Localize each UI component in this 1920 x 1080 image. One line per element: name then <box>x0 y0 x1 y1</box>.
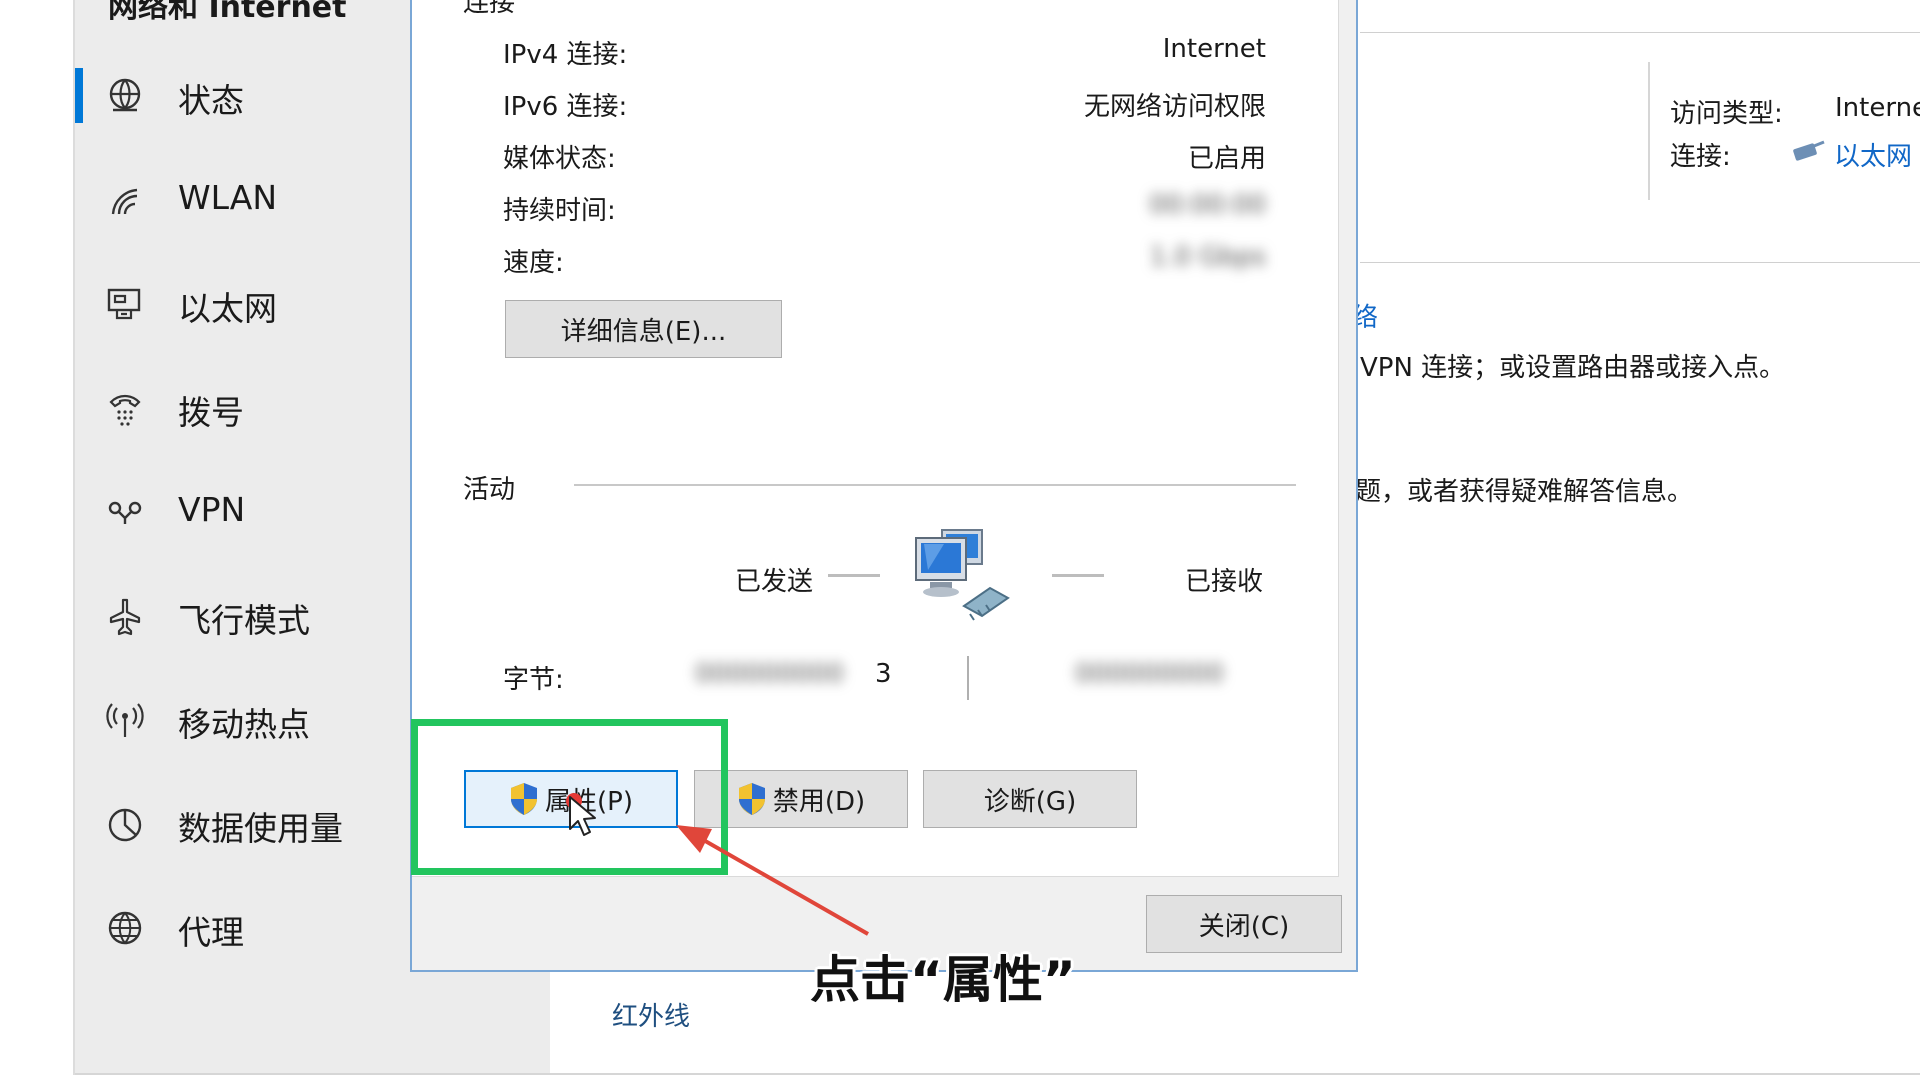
disable-button-label: 禁用(D) <box>772 786 866 817</box>
description-text: VPN 连接；或设置路由器或接入点。 <box>1360 353 1786 383</box>
uac-shield-icon <box>738 783 765 815</box>
bytes-sent-value: 3 <box>875 659 892 689</box>
duration-label: 持续时间: <box>503 196 616 226</box>
access-type-value: Interne <box>1835 93 1920 123</box>
highlight-box <box>411 719 728 875</box>
sidebar-item-vpn[interactable]: VPN <box>75 472 415 552</box>
close-button[interactable]: 关闭(C) <box>1146 895 1342 953</box>
ethernet-icon <box>107 288 141 320</box>
media-state-value: 已启用 <box>1187 144 1266 174</box>
ipv4-label: IPv4 连接: <box>503 40 628 70</box>
divider <box>1360 32 1920 33</box>
speed-label: 速度: <box>503 248 564 278</box>
globe-icon <box>108 911 142 945</box>
received-line <box>1052 574 1104 577</box>
desktop-margin <box>0 0 74 1080</box>
annotation-caption: 点击“属性” <box>810 951 1076 1009</box>
divider <box>1648 62 1650 200</box>
wifi-icon <box>111 188 138 215</box>
sent-label: 已发送 <box>735 567 814 597</box>
ethernet-link[interactable]: 以太网 <box>1834 136 1912 173</box>
sidebar-item-label: 移动热点 <box>178 705 310 744</box>
sidebar-item-dialup[interactable]: 拨号 <box>75 368 415 448</box>
sidebar-item-label: 以太网 <box>178 289 277 328</box>
ipv4-value: Internet <box>1162 34 1266 64</box>
infrared-item[interactable]: 红外线 <box>612 996 690 1033</box>
bytes-sent-obscured: 000000000 <box>695 659 844 689</box>
vpn-icon <box>108 501 142 524</box>
divider <box>574 484 1296 486</box>
bytes-label: 字节: <box>503 665 564 695</box>
details-button[interactable]: 详细信息(E)... <box>505 300 782 358</box>
sidebar-item-mobile-hotspot[interactable]: 移动热点 <box>75 680 415 760</box>
received-label: 已接收 <box>1185 567 1264 597</box>
description-text: 题，或者获得疑难解答信息。 <box>1355 477 1694 507</box>
sidebar-item-ethernet[interactable]: 以太网 <box>75 264 415 344</box>
media-state-label: 媒体状态: <box>503 144 616 174</box>
divider <box>1360 262 1920 263</box>
sidebar-item-label: VPN <box>178 490 246 529</box>
dialup-icon <box>109 394 141 426</box>
ipv6-label: IPv6 连接: <box>503 92 628 122</box>
speed-value: 1.0 Gbps <box>1149 242 1266 272</box>
sidebar-item-label: 代理 <box>178 913 244 952</box>
airplane-icon <box>109 598 141 636</box>
network-computers-icon <box>915 529 1010 621</box>
bytes-received-obscured: 000000000 <box>1075 659 1224 689</box>
sidebar-item-label: 飞行模式 <box>178 601 310 640</box>
sidebar-item-proxy[interactable]: 代理 <box>75 888 415 968</box>
section-activity-heading: 活动 <box>463 475 516 505</box>
sidebar-item-airplane-mode[interactable]: 飞行模式 <box>75 576 415 656</box>
window-border-bottom <box>75 1073 1920 1075</box>
ethernet-cable-icon <box>1793 140 1825 161</box>
bytes-divider <box>967 656 969 700</box>
sidebar-item-label: 数据使用量 <box>178 809 343 848</box>
data-usage-icon <box>108 808 142 842</box>
sidebar-item-data-usage[interactable]: 数据使用量 <box>75 784 415 864</box>
duration-value: 00:00:00 <box>1149 190 1266 220</box>
sidebar-item-wlan[interactable]: WLAN <box>75 160 415 240</box>
diagnose-button[interactable]: 诊断(G) <box>923 770 1137 828</box>
hotspot-icon <box>106 703 144 737</box>
sidebar-item-label: WLAN <box>178 178 278 217</box>
globe-status-icon <box>109 78 141 112</box>
access-type-label: 访问类型: <box>1670 99 1783 129</box>
connection-label: 连接: <box>1670 142 1731 172</box>
sidebar-item-status[interactable]: 状态 <box>75 56 415 136</box>
sidebar-item-label: 状态 <box>178 81 244 120</box>
ipv6-value: 无网络访问权限 <box>1083 92 1266 122</box>
section-connection-heading: 连接 <box>463 0 516 18</box>
sent-line <box>828 574 880 577</box>
sidebar-title: 网络和 Internet <box>108 0 347 25</box>
sidebar-item-label: 拨号 <box>178 393 244 432</box>
